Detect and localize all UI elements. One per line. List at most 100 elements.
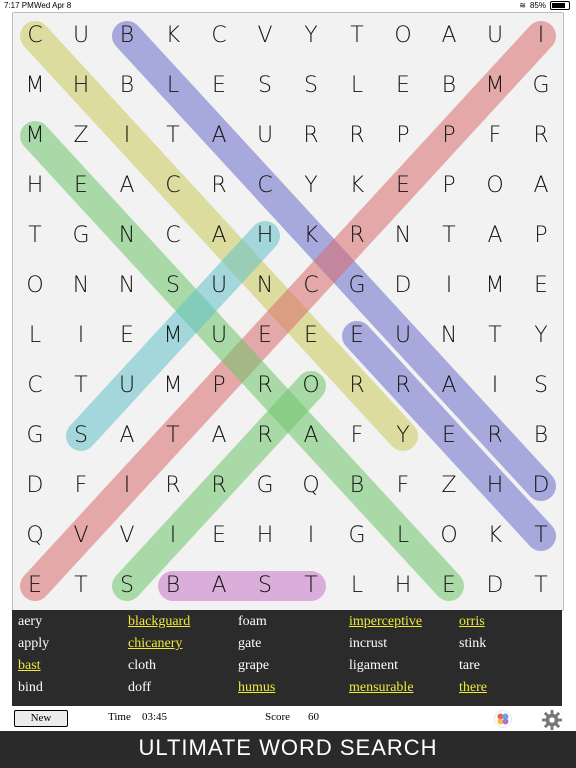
- grid-cell[interactable]: N: [245, 271, 285, 301]
- grid-cell[interactable]: K: [475, 521, 515, 551]
- grid-cell[interactable]: M: [475, 71, 515, 101]
- gear-icon[interactable]: [541, 709, 563, 731]
- grid-cell[interactable]: S: [107, 571, 147, 601]
- grid-cell[interactable]: E: [245, 321, 285, 351]
- grid-cell[interactable]: F: [337, 421, 377, 451]
- grid-cell[interactable]: K: [153, 21, 193, 51]
- grid-cell[interactable]: B: [153, 571, 193, 601]
- grid-cell[interactable]: S: [521, 371, 561, 401]
- grid-cell[interactable]: E: [61, 171, 101, 201]
- grid-cell[interactable]: F: [61, 471, 101, 501]
- grid-cell[interactable]: P: [429, 171, 469, 201]
- grid-cell[interactable]: Y: [383, 421, 423, 451]
- grid-cell[interactable]: I: [429, 271, 469, 301]
- grid-cell[interactable]: N: [107, 221, 147, 251]
- grid-cell[interactable]: A: [199, 121, 239, 151]
- grid-cell[interactable]: I: [291, 521, 331, 551]
- grid-cell[interactable]: E: [15, 571, 55, 601]
- grid-cell[interactable]: C: [245, 171, 285, 201]
- grid-cell[interactable]: P: [429, 121, 469, 151]
- grid-cell[interactable]: M: [153, 371, 193, 401]
- grid-cell[interactable]: U: [199, 271, 239, 301]
- grid-cell[interactable]: G: [521, 71, 561, 101]
- grid-cell[interactable]: P: [383, 121, 423, 151]
- grid-cell[interactable]: E: [199, 71, 239, 101]
- grid-cell[interactable]: R: [245, 421, 285, 451]
- grid-cell[interactable]: N: [383, 221, 423, 251]
- grid-cell[interactable]: A: [521, 171, 561, 201]
- grid-cell[interactable]: G: [61, 221, 101, 251]
- grid-cell[interactable]: B: [107, 21, 147, 51]
- grid-cell[interactable]: C: [199, 21, 239, 51]
- grid-cell[interactable]: E: [199, 521, 239, 551]
- grid-cell[interactable]: D: [383, 271, 423, 301]
- grid-cell[interactable]: R: [291, 121, 331, 151]
- grid-cell[interactable]: I: [153, 521, 193, 551]
- grid-cell[interactable]: V: [61, 521, 101, 551]
- grid-cell[interactable]: H: [383, 571, 423, 601]
- grid-cell[interactable]: C: [153, 171, 193, 201]
- grid-cell[interactable]: U: [475, 21, 515, 51]
- grid-cell[interactable]: K: [291, 221, 331, 251]
- word-search-board[interactable]: CUBKCVYTOAUIMHBLESSLEBMGMZITAURRPPFRHEAC…: [12, 12, 564, 611]
- grid-cell[interactable]: I: [475, 371, 515, 401]
- grid-cell[interactable]: T: [15, 221, 55, 251]
- grid-cell[interactable]: A: [107, 171, 147, 201]
- grid-cell[interactable]: R: [199, 171, 239, 201]
- grid-cell[interactable]: T: [291, 571, 331, 601]
- grid-cell[interactable]: R: [337, 371, 377, 401]
- grid-cell[interactable]: B: [107, 71, 147, 101]
- grid-cell[interactable]: C: [291, 271, 331, 301]
- grid-cell[interactable]: R: [475, 421, 515, 451]
- grid-cell[interactable]: U: [245, 121, 285, 151]
- grid-cell[interactable]: I: [61, 321, 101, 351]
- grid-cell[interactable]: Z: [429, 471, 469, 501]
- grid-cell[interactable]: T: [61, 571, 101, 601]
- grid-cell[interactable]: S: [245, 571, 285, 601]
- grid-cell[interactable]: N: [61, 271, 101, 301]
- grid-cell[interactable]: S: [153, 271, 193, 301]
- grid-cell[interactable]: Y: [291, 21, 331, 51]
- grid-cell[interactable]: F: [383, 471, 423, 501]
- grid-cell[interactable]: L: [383, 521, 423, 551]
- grid-cell[interactable]: Y: [521, 321, 561, 351]
- grid-cell[interactable]: T: [153, 121, 193, 151]
- grid-cell[interactable]: H: [245, 521, 285, 551]
- grid-cell[interactable]: O: [429, 521, 469, 551]
- grid-cell[interactable]: U: [199, 321, 239, 351]
- grid-cell[interactable]: T: [61, 371, 101, 401]
- grid-cell[interactable]: O: [291, 371, 331, 401]
- grid-cell[interactable]: G: [15, 421, 55, 451]
- grid-cell[interactable]: T: [153, 421, 193, 451]
- grid-cell[interactable]: M: [15, 121, 55, 151]
- grid-cell[interactable]: H: [245, 221, 285, 251]
- grid-cell[interactable]: N: [107, 271, 147, 301]
- grid-cell[interactable]: V: [107, 521, 147, 551]
- grid-cell[interactable]: R: [153, 471, 193, 501]
- grid-cell[interactable]: D: [475, 571, 515, 601]
- grid-cell[interactable]: A: [291, 421, 331, 451]
- grid-cell[interactable]: A: [475, 221, 515, 251]
- grid-cell[interactable]: M: [475, 271, 515, 301]
- grid-cell[interactable]: E: [337, 321, 377, 351]
- grid-cell[interactable]: K: [337, 171, 377, 201]
- grid-cell[interactable]: V: [245, 21, 285, 51]
- grid-cell[interactable]: L: [337, 571, 377, 601]
- grid-cell[interactable]: E: [291, 321, 331, 351]
- grid-cell[interactable]: Z: [61, 121, 101, 151]
- grid-cell[interactable]: I: [107, 121, 147, 151]
- grid-cell[interactable]: G: [337, 521, 377, 551]
- grid-cell[interactable]: T: [429, 221, 469, 251]
- grid-cell[interactable]: T: [337, 21, 377, 51]
- grid-cell[interactable]: B: [337, 471, 377, 501]
- grid-cell[interactable]: M: [15, 71, 55, 101]
- grid-cell[interactable]: B: [521, 421, 561, 451]
- grid-cell[interactable]: Q: [291, 471, 331, 501]
- grid-cell[interactable]: C: [15, 371, 55, 401]
- new-game-button[interactable]: New: [14, 710, 68, 727]
- grid-cell[interactable]: H: [61, 71, 101, 101]
- grid-cell[interactable]: A: [199, 571, 239, 601]
- grid-cell[interactable]: L: [337, 71, 377, 101]
- grid-cell[interactable]: D: [521, 471, 561, 501]
- grid-cell[interactable]: T: [521, 571, 561, 601]
